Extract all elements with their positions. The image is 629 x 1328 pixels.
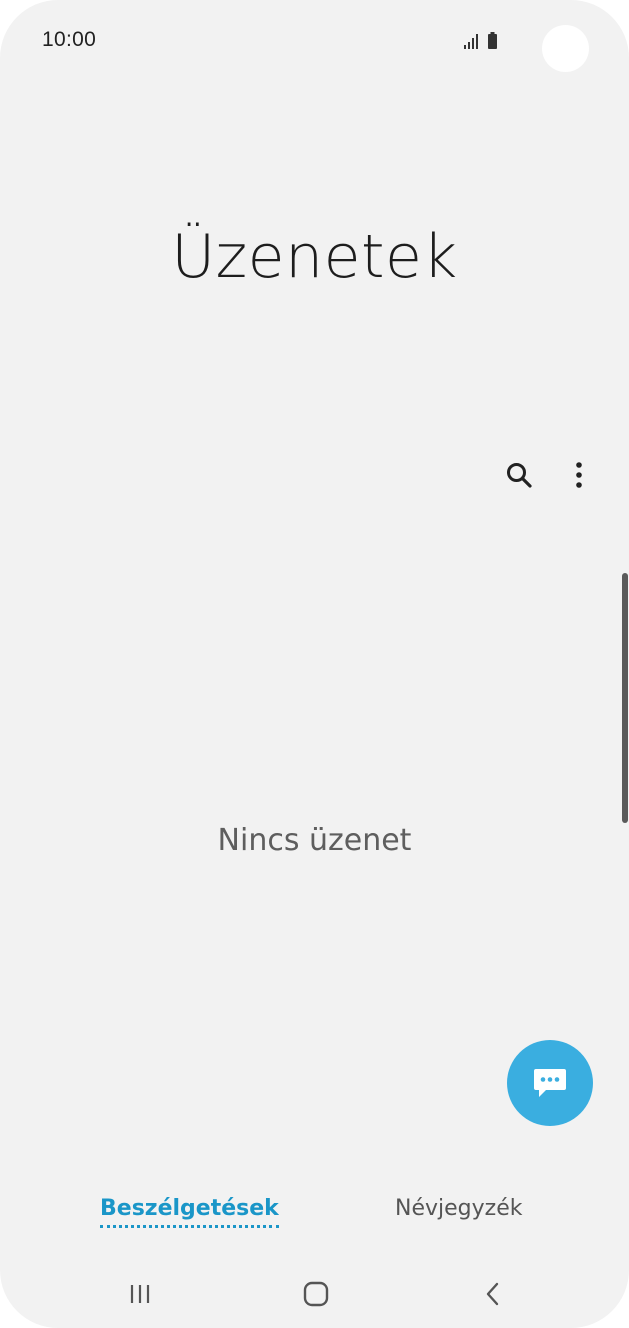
compose-message-icon — [534, 1069, 566, 1097]
front-camera-cutout — [542, 25, 589, 72]
back-button[interactable] — [463, 1272, 523, 1316]
more-options-icon — [576, 462, 582, 488]
compose-message-button[interactable] — [507, 1040, 593, 1126]
navigation-bar — [0, 1262, 629, 1328]
scrollbar[interactable] — [622, 573, 628, 823]
recent-apps-icon — [130, 1285, 150, 1303]
tab-conversations[interactable]: Beszélgetések — [100, 1196, 279, 1228]
status-bar: 10:00 — [0, 0, 629, 82]
recent-apps-button[interactable] — [110, 1272, 170, 1316]
search-button[interactable] — [499, 455, 539, 495]
status-icons — [462, 30, 504, 52]
empty-state-message: Nincs üzenet — [217, 823, 412, 858]
search-icon — [507, 463, 532, 488]
status-time: 10:00 — [42, 28, 97, 51]
tab-contacts[interactable]: Névjegyzék — [395, 1196, 522, 1221]
app-title: Üzenetek — [171, 222, 458, 292]
signal-icon — [464, 32, 497, 49]
back-icon — [486, 1282, 499, 1306]
phone-screen: 10:00 Üzenetek Nincs üzenet Beszélgetése… — [0, 0, 629, 1328]
more-options-button[interactable] — [559, 455, 599, 495]
battery-icon — [488, 32, 497, 49]
home-icon — [303, 1281, 329, 1307]
home-button[interactable] — [286, 1272, 346, 1316]
